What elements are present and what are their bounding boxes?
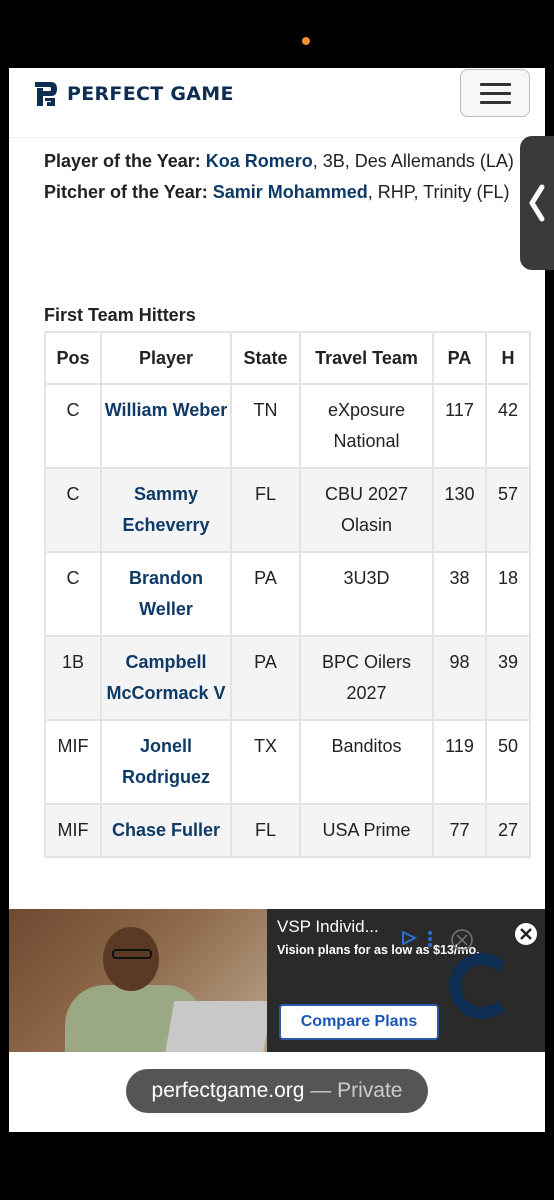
private-mode-label: — Private — [304, 1079, 403, 1102]
pitcher-of-year-link[interactable]: Samir Mohammed — [213, 182, 368, 202]
cell-player: Jonell Rodriguez — [100, 719, 232, 805]
cell-pos: C — [44, 551, 102, 637]
cell-pa: 117 — [432, 383, 487, 469]
address-host: perfectgame.org — [151, 1079, 305, 1102]
cell-pa: 130 — [432, 467, 487, 553]
cell-h: 18 — [485, 551, 531, 637]
close-icon — [520, 928, 532, 940]
cell-player: Sammy Echeverry — [100, 467, 232, 553]
player-link[interactable]: Campbell McCormack V — [106, 652, 225, 703]
site-header: PERFECT GAME — [9, 68, 545, 138]
cell-state: FL — [230, 467, 301, 553]
cell-travel-team: CBU 2027 Olasin — [299, 467, 434, 553]
cell-pos: 1B — [44, 635, 102, 721]
pg-logo-icon — [35, 82, 57, 106]
ad-laptop — [163, 1001, 267, 1052]
cell-player: Chase Fuller — [100, 803, 232, 858]
cell-travel-team: Banditos — [299, 719, 434, 805]
menu-bar-icon — [480, 92, 511, 95]
column-header-travel-team: Travel Team — [299, 331, 434, 385]
cell-pa: 98 — [432, 635, 487, 721]
cell-state: FL — [230, 803, 301, 858]
cell-player: William Weber — [100, 383, 232, 469]
pitcher-of-year-line: Pitcher of the Year: Samir Mohammed, RHP… — [44, 177, 514, 208]
column-header-pa: PA — [432, 331, 487, 385]
cell-pos: C — [44, 383, 102, 469]
menu-bar-icon — [480, 101, 511, 104]
player-of-year-line: Player of the Year: Koa Romero, 3B, Des … — [44, 146, 514, 177]
table-row: C Sammy Echeverry FL CBU 2027 Olasin 130… — [44, 467, 531, 553]
player-of-year-details: , 3B, Des Allemands (LA) — [312, 151, 514, 171]
ad-close-button[interactable] — [515, 923, 537, 945]
browser-viewport: PERFECT GAME Player of the Year: Koa Rom… — [9, 68, 545, 1132]
cell-state: PA — [230, 635, 301, 721]
player-link[interactable]: Chase Fuller — [112, 820, 220, 840]
cell-state: PA — [230, 551, 301, 637]
ad-banner[interactable]: VSP Individ... Vision plans for as low a… — [9, 909, 545, 1052]
ad-image — [9, 909, 267, 1052]
compare-plans-button[interactable]: Compare Plans — [279, 1004, 439, 1040]
table-row: 1B Campbell McCormack V PA BPC Oilers 20… — [44, 635, 531, 721]
menu-button[interactable] — [460, 69, 530, 117]
column-header-h: H — [485, 331, 531, 385]
column-header-player: Player — [100, 331, 232, 385]
player-of-year-link[interactable]: Koa Romero — [206, 151, 313, 171]
pitcher-of-year-details: , RHP, Trinity (FL) — [367, 182, 510, 202]
cell-pos: C — [44, 467, 102, 553]
cell-state: TX — [230, 719, 301, 805]
cell-h: 57 — [485, 467, 531, 553]
cell-h: 27 — [485, 803, 531, 858]
cell-player: Brandon Weller — [100, 551, 232, 637]
ad-dismiss-icon[interactable] — [451, 929, 473, 951]
player-link[interactable]: William Weber — [105, 400, 228, 420]
table-row: MIF Chase Fuller FL USA Prime 77 27 — [44, 803, 531, 858]
privacy-indicator-dot — [302, 37, 310, 45]
cell-pa: 77 — [432, 803, 487, 858]
ad-glasses — [112, 949, 152, 959]
player-link[interactable]: Jonell Rodriguez — [122, 736, 210, 787]
ad-person-head — [103, 927, 159, 991]
table-row: C William Weber TN eXposure National 117… — [44, 383, 531, 469]
cell-travel-team: BPC Oilers 2027 — [299, 635, 434, 721]
cell-travel-team: USA Prime — [299, 803, 434, 858]
side-drawer-handle[interactable] — [520, 136, 554, 270]
cell-pa: 38 — [432, 551, 487, 637]
cell-player: Campbell McCormack V — [100, 635, 232, 721]
column-header-state: State — [230, 331, 301, 385]
table-row: MIF Jonell Rodriguez TX Banditos 119 50 — [44, 719, 531, 805]
ad-title: VSP Individ... — [277, 917, 379, 936]
player-link[interactable]: Sammy Echeverry — [122, 484, 209, 535]
player-of-year-label: Player of the Year: — [44, 151, 201, 171]
ad-loading-ring-icon — [449, 953, 515, 1019]
cell-travel-team: 3U3D — [299, 551, 434, 637]
cell-h: 50 — [485, 719, 531, 805]
pitcher-of-year-label: Pitcher of the Year: — [44, 182, 208, 202]
cell-pos: MIF — [44, 719, 102, 805]
address-bar[interactable]: perfectgame.org — Private — [126, 1069, 428, 1113]
cell-travel-team: eXposure National — [299, 383, 434, 469]
cell-h: 39 — [485, 635, 531, 721]
cell-pos: MIF — [44, 803, 102, 858]
awards-summary: Player of the Year: Koa Romero, 3B, Des … — [44, 146, 514, 208]
column-header-pos: Pos — [44, 331, 102, 385]
cell-pa: 119 — [432, 719, 487, 805]
logo-text: PERFECT GAME — [67, 83, 234, 105]
ad-options-icon[interactable] — [427, 931, 433, 947]
cell-h: 42 — [485, 383, 531, 469]
ad-subtitle: Vision plans for as low as $13/mo. — [277, 943, 480, 957]
first-team-hitters-table: Pos Player State Travel Team PA H C Will… — [44, 331, 531, 858]
table-header-row: Pos Player State Travel Team PA H — [44, 331, 531, 385]
section-title: First Team Hitters — [44, 305, 196, 325]
perfect-game-logo[interactable]: PERFECT GAME — [33, 80, 234, 108]
ad-choices-icon[interactable] — [401, 931, 417, 945]
table-row: C Brandon Weller PA 3U3D 38 18 — [44, 551, 531, 637]
player-link[interactable]: Brandon Weller — [129, 568, 203, 619]
cell-state: TN — [230, 383, 301, 469]
chevron-left-icon — [529, 184, 545, 222]
menu-bar-icon — [480, 83, 511, 86]
